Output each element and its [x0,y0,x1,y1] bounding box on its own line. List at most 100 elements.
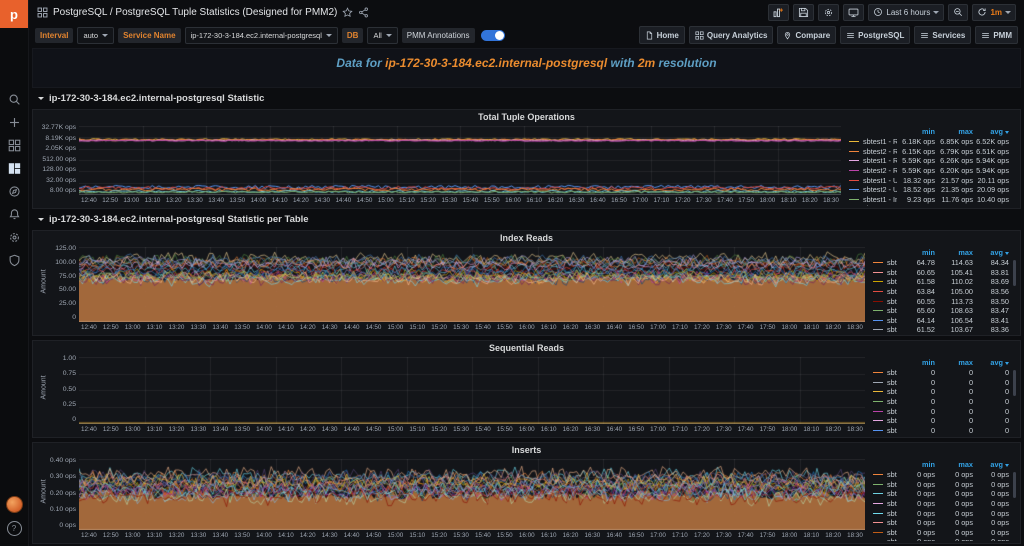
settings-gear-icon[interactable] [0,226,28,249]
legend-series-name[interactable]: sbtest1 - sbtest36 [873,277,897,286]
legend-series-name[interactable]: sbtest2 - sbtest49 [873,378,897,387]
chart-plot-area[interactable]: 12:4012:5013:0013:1013:2013:3013:4013:50… [79,458,865,541]
percona-logo[interactable]: p [0,0,28,28]
x-axis: 12:4012:5013:0013:1013:2013:3013:4013:50… [79,532,865,541]
chart-plot-area[interactable]: 12:4012:5013:0013:1013:2013:3013:4013:50… [79,125,841,206]
panel-title[interactable]: Inserts [33,443,1020,457]
nav-postgresql-button[interactable]: PostgreSQL [840,26,910,44]
chart-canvas [79,357,865,424]
search-icon[interactable] [0,88,28,111]
legend-series-name[interactable]: sbtest2 - sbtest50 [873,368,897,377]
legend-series-name[interactable]: sbtest2 - Updates [849,185,897,194]
legend-scrollbar[interactable] [1013,370,1016,396]
cycle-view-tv-button[interactable] [843,4,864,21]
sort-caret-icon [1005,362,1009,365]
user-avatar[interactable] [6,496,23,513]
chart-plot-area[interactable]: 12:4012:5013:0013:1013:2013:3013:4013:50… [79,246,865,333]
legend-series-name[interactable]: sbtest1 - Deletes [849,204,897,206]
legend-series-name[interactable]: sbtest1 - Returns [849,137,897,146]
legend-avg-header[interactable]: avg [975,248,1009,257]
nav-query-analytics-button[interactable]: Query Analytics [689,26,774,44]
panel-title[interactable]: Index Reads [33,231,1020,245]
legend-series-name[interactable]: sbtest1 - Updates [849,176,897,185]
panel-title[interactable]: Total Tuple Operations [33,110,1020,124]
legend-series-name[interactable]: sbtest2 - sbtest28 [873,325,897,333]
nav-pmm-button[interactable]: PMM [975,26,1018,44]
legend-series-name[interactable]: sbtest2 - sbtest3 [873,480,897,489]
service-name-select[interactable]: ip-172-30-3-184.ec2.internal-postgresql [185,27,338,44]
legend-min-header[interactable]: min [899,127,935,136]
x-axis-tick: 18:30 [823,197,839,206]
row-header-title: ip-172-30-3-184.ec2.internal-postgresql … [49,93,264,104]
legend-avg-header[interactable]: avg [975,127,1009,136]
y-axis-tick: 0.25 [63,402,76,409]
legend-series-name[interactable]: sbtest2 - sbtest41 [873,509,897,518]
legend-series-name[interactable]: sbtest2 - sbtest44 [873,426,897,435]
y-axis-tick: 0.40 ops [50,458,76,465]
legend-max-header[interactable]: max [937,248,973,257]
legend-series-name[interactable]: sbtest1 - Reads [849,156,897,165]
add-icon[interactable] [0,111,28,134]
panel-title[interactable]: Sequential Reads [33,341,1020,355]
help-icon[interactable]: ? [7,521,22,536]
panel-add-button[interactable] [768,4,789,21]
legend-max-header[interactable]: max [937,460,973,469]
zoom-out-button[interactable] [948,4,968,21]
refresh-button[interactable]: 1m [972,4,1016,21]
legend-series-name[interactable]: sbtest1 - sbtest6 [873,316,897,325]
legend-series-name[interactable]: sbtest1 - sbtest13 [873,268,897,277]
row-header-statistic-per-table[interactable]: ip-172-30-3-184.ec2.internal-postgresql … [32,213,1021,226]
panels-icon[interactable] [0,157,28,180]
x-axis-tick: 16:40 [606,426,622,435]
legend-series-name[interactable]: sbtest2 - Returns [849,147,897,156]
legend-series-name[interactable]: sbtest1 - sbtest45 [873,297,897,306]
row-header-statistic[interactable]: ip-172-30-3-184.ec2.internal-postgresql … [32,92,1021,105]
legend-min-header[interactable]: min [899,248,935,257]
legend-series-name[interactable]: sbtest2 - sbtest48 [873,387,897,396]
legend-series-name[interactable]: sbtest1 - sbtest32 [873,537,897,541]
legend-min-value: 61.58 [899,277,935,286]
x-axis-tick: 14:40 [335,197,351,206]
legend-scrollbar[interactable] [1013,472,1016,498]
star-icon[interactable] [342,7,353,18]
alerting-bell-icon[interactable] [0,203,28,226]
db-select[interactable]: All [367,27,397,44]
legend-min-header[interactable]: min [899,358,935,367]
time-range-picker[interactable]: Last 6 hours [868,4,944,21]
nav-compare-button[interactable]: Compare [777,26,836,44]
legend-series-name[interactable]: sbtest2 - sbtest35 [873,287,897,296]
legend-series-name[interactable]: sbtest1 - sbtest19 [873,489,897,498]
legend-avg-value: 20.09 ops [975,185,1009,194]
legend-series-name[interactable]: sbtest2 - sbtest2 [873,258,897,267]
legend-avg-header[interactable]: avg [975,358,1009,367]
legend-max-header[interactable]: max [937,127,973,136]
legend-min-value: 5.59K ops [899,166,935,175]
legend-series-name[interactable]: sbtest2 - Reads [849,166,897,175]
save-dashboard-button[interactable] [793,4,814,21]
legend-series-name[interactable]: sbtest1 - sbtest36 [873,470,897,479]
interval-select[interactable]: auto [77,27,114,44]
legend-avg-header[interactable]: avg [975,460,1009,469]
legend-series-name[interactable]: sbtest1 - Inserts [849,195,897,204]
banner-part: with [607,56,638,70]
legend-series-name[interactable]: sbtest2 - sbtest45 [873,499,897,508]
legend-series-name[interactable]: sbtest1 - sbtest42 [873,528,897,537]
x-axis-tick: 16:10 [541,324,557,333]
legend-series-name[interactable]: sbtest2 - sbtest1 [873,306,897,315]
nav-services-button[interactable]: Services [914,26,971,44]
legend-scrollbar[interactable] [1013,260,1016,286]
legend-max-header[interactable]: max [937,358,973,367]
legend-series-name[interactable]: sbtest2 - sbtest46 [873,407,897,416]
dashboard-settings-button[interactable] [818,4,839,21]
legend-series-name[interactable]: sbtest2 - sbtest47 [873,397,897,406]
security-shield-icon[interactable] [0,249,28,272]
nav-home-button[interactable]: Home [639,26,685,44]
explore-compass-icon[interactable] [0,180,28,203]
share-icon[interactable] [358,7,369,18]
dashboards-icon[interactable] [0,134,28,157]
chart-plot-area[interactable]: 12:4012:5013:0013:1013:2013:3013:4013:50… [79,356,865,435]
legend-min-header[interactable]: min [899,460,935,469]
legend-series-name[interactable]: sbtest1 - sbtest37 [873,518,897,527]
legend-series-name[interactable]: sbtest2 - sbtest45 [873,416,897,425]
pmm-annotations-toggle[interactable] [481,30,505,41]
